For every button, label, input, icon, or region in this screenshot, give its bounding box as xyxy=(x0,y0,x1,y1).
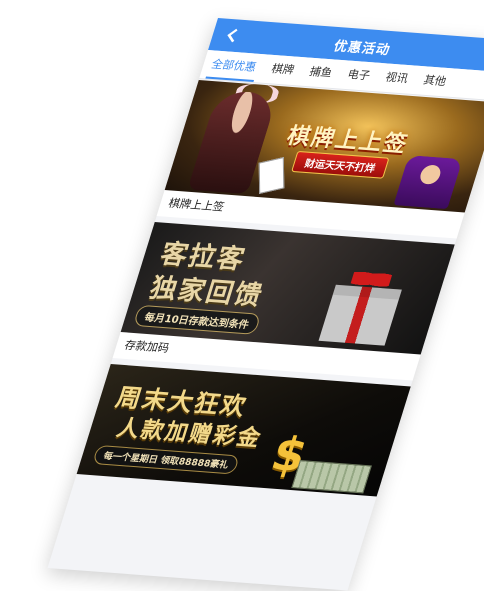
gift-box-icon xyxy=(319,285,402,346)
promotion-banner[interactable]: 客拉客 独家回馈 每月10日存款达到条件 xyxy=(121,222,455,355)
banner-subheadline: 人款加赠彩金 xyxy=(113,410,267,453)
promotion-list: 棋牌上上签 财运天天不打烊 棋牌上上签 客拉客 独家回馈 每月10日存款达到条件… xyxy=(75,80,484,503)
tab-other[interactable]: 其他 xyxy=(411,66,458,97)
phone-screen: 优惠活动 全部优惠 棋牌 捕鱼 电子 视讯 其他 棋牌上上签 财运天天不打烊 棋… xyxy=(48,18,484,591)
promotion-card[interactable]: 周末大狂欢 人款加赠彩金 每一个星期日 领取88888豪礼 $ xyxy=(77,364,411,497)
tab-all[interactable]: 全部优惠 xyxy=(199,50,268,83)
promotion-banner[interactable]: 棋牌上上签 财运天天不打烊 xyxy=(165,80,484,213)
cash-stack-decoration xyxy=(291,460,372,493)
promotion-banner[interactable]: 周末大狂欢 人款加赠彩金 每一个星期日 领取88888豪礼 $ xyxy=(77,364,411,497)
playing-card-decoration xyxy=(259,157,285,194)
joker-illustration xyxy=(393,155,463,209)
promotion-card[interactable]: 客拉客 独家回馈 每月10日存款达到条件 存款加码 xyxy=(113,222,455,381)
promotion-card[interactable]: 棋牌上上签 财运天天不打烊 棋牌上上签 xyxy=(157,80,484,239)
